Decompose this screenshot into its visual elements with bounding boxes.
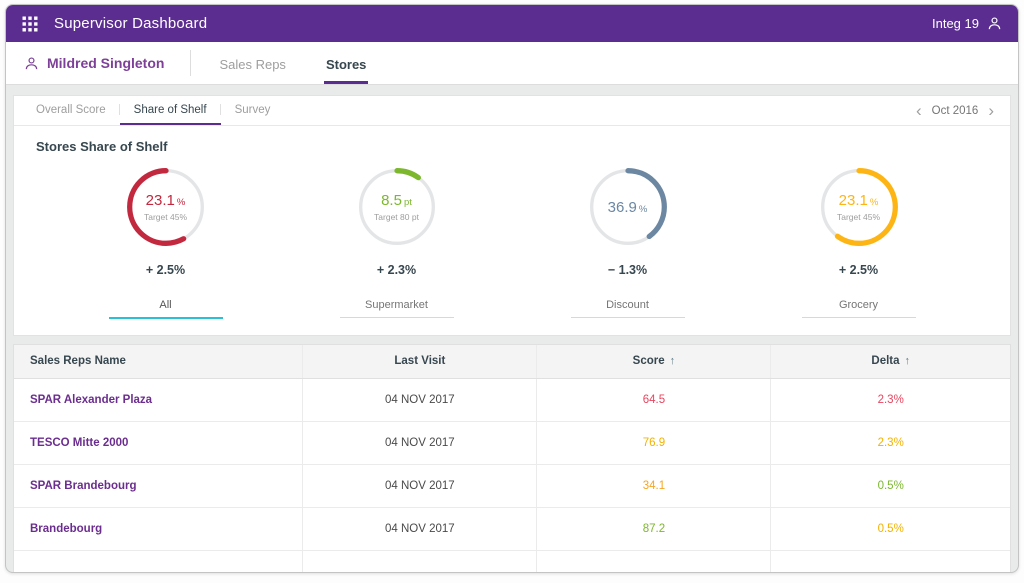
category-tab-all[interactable]: All (108, 299, 223, 319)
score-cell: 34.1 (536, 464, 771, 508)
table-row: SPAR Alexander Plaza 04 NOV 2017 64.5 2.… (14, 378, 1010, 422)
gauge-delta: + 2.5% (145, 263, 186, 277)
delta-cell: 2.3% (770, 378, 1010, 422)
dashboard-card: Supervisor Dashboard Integ 19 Mildred Si… (5, 4, 1019, 573)
score-cell: 76.9 (536, 421, 771, 465)
panel-tabs-row: Overall Score Share of Shelf Survey ‹ Oc… (14, 96, 1010, 126)
sales-reps-table: Sales Reps Name Last Visit Score ↑ Delta ↑… (13, 344, 1011, 572)
gauge-delta: − 1.3% (607, 263, 648, 277)
divider (190, 50, 192, 76)
supervisor-label: Mildred Singleton (24, 55, 164, 71)
category-tab-grocery[interactable]: Grocery (801, 299, 916, 318)
gauge-supermarket: 8.5 pt Target 80 pt + 2.3% Supermarket (281, 164, 512, 319)
donut-chart: 36.9% (585, 164, 671, 250)
supervisor-name: Mildred Singleton (47, 55, 165, 71)
table-row: TESCO Mitte 2000 04 NOV 2017 76.9 2.3% (14, 421, 1010, 465)
prev-month-icon[interactable]: ‹ (916, 102, 922, 119)
gauge-target: Target 80 pt (374, 212, 419, 222)
header-delta[interactable]: Delta ↑ (770, 345, 1010, 379)
gauge-value: 23.1 (145, 192, 175, 209)
gauge-unit: % (176, 197, 186, 208)
gauge-discount: 36.9% − 1.3% Discount (512, 164, 743, 319)
last-visit-cell: 04 NOV 2017 (302, 421, 537, 465)
user-name: Integ 19 (932, 16, 979, 31)
supervisor-icon (24, 56, 39, 71)
app-title: Supervisor Dashboard (54, 15, 208, 32)
gauge-unit: pt (403, 197, 412, 208)
sort-asc-icon[interactable]: ↑ (905, 355, 911, 367)
current-month: Oct 2016 (931, 104, 979, 117)
last-visit-cell: 04 NOV 2017 (302, 507, 537, 551)
score-cell: 87.2 (536, 507, 771, 551)
tab-stores[interactable]: Stores (323, 57, 369, 84)
tab-survey[interactable]: Survey (221, 96, 285, 125)
last-visit-cell: 04 NOV 2017 (302, 464, 537, 508)
donut-chart: 23.1% Target 45% (816, 164, 902, 250)
gauge-value: 36.9 (607, 198, 637, 216)
store-name-link[interactable]: TESCO Mitte 2000 (14, 421, 303, 465)
donut-label: 8.5 pt Target 80 pt (354, 164, 440, 250)
store-name-link[interactable]: SPAR Alexander Plaza (14, 378, 303, 422)
sort-asc-icon[interactable]: ↑ (670, 355, 676, 367)
gauge-delta: + 2.5% (838, 263, 879, 277)
gauge-value: 23.1 (838, 192, 868, 209)
user-area[interactable]: Integ 19 (932, 16, 1002, 31)
header-score[interactable]: Score ↑ (536, 345, 771, 379)
date-navigation: ‹ Oct 2016 › (916, 96, 1010, 125)
delta-cell: 2.3% (770, 421, 1010, 465)
app-grid-icon[interactable] (22, 16, 38, 32)
delta-cell: 0.5% (770, 464, 1010, 508)
gauge-target: Target 45% (144, 212, 187, 222)
panel-tabs: Overall Score Share of Shelf Survey (14, 96, 284, 125)
share-of-shelf-panel: Overall Score Share of Shelf Survey ‹ Oc… (13, 95, 1011, 336)
main-tabs: Sales Reps Stores (217, 42, 369, 84)
empty-row (14, 550, 1010, 572)
store-name-link[interactable]: Brandebourg (14, 507, 303, 551)
gauge-unit: % (869, 197, 879, 208)
gauge-target: Target 45% (837, 212, 880, 222)
table-row: SPAR Brandebourg 04 NOV 2017 34.1 0.5% (14, 464, 1010, 508)
gauge-delta: + 2.3% (376, 263, 417, 277)
donut-label: 36.9% (585, 164, 671, 250)
gauge-grocery: 23.1% Target 45% + 2.5% Grocery (743, 164, 974, 319)
gauge-value: 8.5 (381, 192, 402, 209)
section-title: Stores Share of Shelf (36, 139, 168, 154)
gauge-all: 23.1% Target 45% + 2.5% All (50, 164, 281, 319)
tab-sales-reps[interactable]: Sales Reps (217, 57, 287, 84)
header-sales-reps-name: Sales Reps Name (14, 345, 303, 379)
donut-label: 23.1% Target 45% (123, 164, 209, 250)
donut-chart: 8.5 pt Target 80 pt (354, 164, 440, 250)
table-row: Brandebourg 04 NOV 2017 87.2 0.5% (14, 507, 1010, 551)
tab-overall-score[interactable]: Overall Score (22, 96, 120, 125)
store-name-link[interactable]: SPAR Brandebourg (14, 464, 303, 508)
delta-cell: 0.5% (770, 507, 1010, 551)
gauge-unit: % (638, 203, 648, 215)
last-visit-cell: 04 NOV 2017 (302, 378, 537, 422)
tab-share-of-shelf[interactable]: Share of Shelf (119, 96, 221, 125)
header-last-visit: Last Visit (302, 345, 537, 379)
score-cell: 64.5 (536, 378, 771, 422)
category-tab-supermarket[interactable]: Supermarket (339, 299, 454, 318)
gauges-row: 23.1% Target 45% + 2.5% All 8.5 pt Target… (14, 156, 1010, 335)
donut-label: 23.1% Target 45% (816, 164, 902, 250)
table-header-row: Sales Reps Name Last Visit Score ↑ Delta ↑ (14, 345, 1010, 379)
top-bar: Supervisor Dashboard Integ 19 (6, 5, 1018, 42)
next-month-icon[interactable]: › (988, 102, 994, 119)
donut-chart: 23.1% Target 45% (123, 164, 209, 250)
user-icon (987, 16, 1002, 31)
category-tab-discount[interactable]: Discount (570, 299, 685, 318)
sub-header: Mildred Singleton Sales Reps Stores (6, 42, 1018, 85)
